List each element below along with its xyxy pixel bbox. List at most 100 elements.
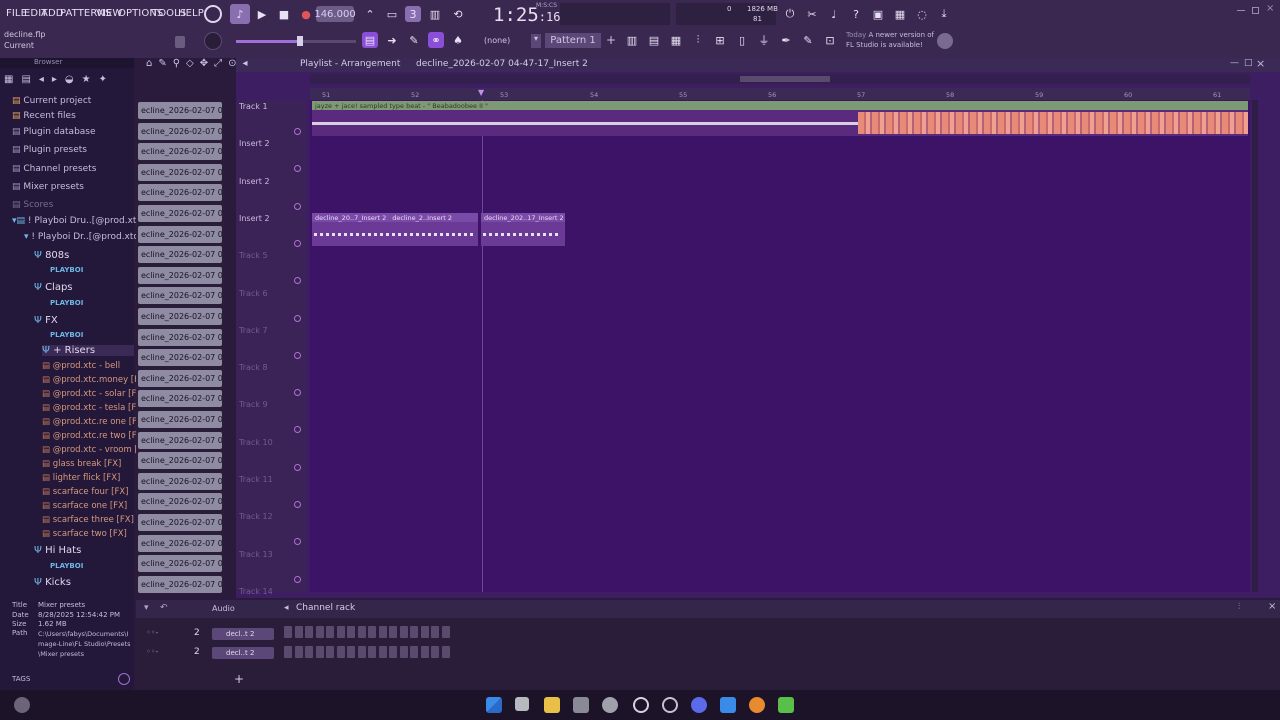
blend-notes-icon[interactable]: ▥ bbox=[427, 6, 443, 22]
audio-clip-body[interactable] bbox=[312, 110, 1248, 136]
track-mute-toggle[interactable] bbox=[294, 314, 301, 322]
minimize-icon[interactable] bbox=[1237, 10, 1245, 11]
pencil-icon[interactable]: ✎ bbox=[406, 32, 422, 48]
mixer-icon[interactable]: ▥ bbox=[624, 32, 640, 48]
play-button[interactable]: ▶ bbox=[254, 6, 270, 22]
close-icon[interactable]: × bbox=[1266, 3, 1274, 14]
step-button[interactable] bbox=[336, 646, 345, 658]
sliders-icon[interactable]: ⫶ bbox=[690, 32, 706, 48]
audio-clip-body-a[interactable] bbox=[312, 222, 478, 246]
track-mute-toggle[interactable] bbox=[294, 277, 301, 285]
browser-item-scores[interactable]: ▤ Scores bbox=[12, 200, 53, 210]
maximize-icon[interactable]: □ bbox=[1244, 58, 1253, 68]
minimize-icon[interactable]: — bbox=[1230, 58, 1239, 68]
save-icon[interactable]: ▣ bbox=[870, 6, 886, 22]
track-mute-toggle[interactable] bbox=[294, 351, 301, 359]
download-icon[interactable]: ⤓ bbox=[936, 6, 952, 22]
lock-icon[interactable] bbox=[175, 36, 185, 48]
timeline-ruler[interactable] bbox=[310, 88, 1250, 100]
cart-icon[interactable]: ⊡ bbox=[822, 32, 838, 48]
step-button[interactable] bbox=[389, 646, 397, 658]
browser-file[interactable]: @prod.xtc - solar [FX] bbox=[42, 389, 146, 399]
step-button[interactable] bbox=[410, 646, 418, 658]
countdown-icon[interactable]: 3 bbox=[405, 6, 421, 22]
plugin-icon[interactable]: ▦ bbox=[892, 6, 908, 22]
clip-picker-item[interactable]: ecline_2026-02-07 04- bbox=[138, 555, 222, 573]
track-name[interactable]: Track 14 bbox=[239, 587, 273, 596]
clip-picker-item[interactable]: ecline_2026-02-07 03- bbox=[138, 390, 222, 408]
track-name[interactable]: Track 8 bbox=[239, 363, 268, 372]
clip-picker-item[interactable]: ecline_2026-02-07 02- bbox=[138, 163, 222, 181]
track-name[interactable]: Track 11 bbox=[239, 475, 273, 484]
browser-file[interactable]: @prod.xtc.re two [FX] bbox=[42, 431, 146, 441]
maximize-icon[interactable] bbox=[1252, 7, 1259, 14]
clip-picker-item[interactable]: ecline_2026-02-07 02- bbox=[138, 246, 222, 264]
channel-row[interactable]: ◦◦- 2 decl..t 2 bbox=[146, 628, 274, 642]
channel-row[interactable]: ◦◦- 2 decl..t 2 bbox=[146, 647, 274, 661]
app-icon[interactable] bbox=[14, 697, 30, 713]
channel-rack-arrow-icon[interactable]: ◂ bbox=[284, 603, 289, 613]
main-menu-icon[interactable] bbox=[204, 5, 222, 23]
browser-item-playboi-folder[interactable]: ▾▤ ! Playboi Dru..[@prod.xtc] bbox=[12, 216, 145, 226]
clip-picker-item[interactable]: ecline_2026-02-07 03- bbox=[138, 328, 222, 346]
stamp-icon[interactable]: ♠ bbox=[450, 32, 466, 48]
channel-rack-icon[interactable]: ▤ bbox=[646, 32, 662, 48]
folder-claps[interactable]: Ψ Claps bbox=[34, 282, 73, 293]
step-button[interactable] bbox=[294, 626, 303, 638]
vertical-scrollbar[interactable] bbox=[1252, 100, 1258, 592]
clip-picker-item[interactable]: ecline_2026-02-07 04- bbox=[138, 575, 222, 593]
browser-file[interactable]: scarface one [FX] bbox=[42, 501, 127, 511]
obs-icon[interactable] bbox=[633, 697, 649, 713]
step-button[interactable] bbox=[431, 646, 439, 658]
app2-icon[interactable] bbox=[573, 697, 589, 713]
tree-icon[interactable]: ⊞ bbox=[712, 32, 728, 48]
step-sequencer[interactable] bbox=[284, 626, 1280, 666]
help-icon[interactable]: ? bbox=[848, 6, 864, 22]
step-button[interactable] bbox=[284, 646, 292, 658]
track-name[interactable]: Track 6 bbox=[239, 289, 268, 298]
record-button[interactable]: ● bbox=[298, 6, 314, 22]
step-button[interactable] bbox=[347, 646, 355, 658]
master-volume-knob[interactable] bbox=[204, 32, 222, 50]
step-button[interactable] bbox=[326, 646, 334, 658]
clip-picker-item[interactable]: ecline_2026-02-07 03- bbox=[138, 308, 222, 325]
step-button[interactable] bbox=[410, 626, 418, 638]
track-mute-toggle[interactable] bbox=[294, 239, 301, 247]
step-button[interactable] bbox=[315, 646, 324, 658]
notepad-icon[interactable] bbox=[720, 697, 736, 713]
step-button[interactable] bbox=[441, 646, 450, 658]
clip-picker-item[interactable]: ecline_2026-02-07 02- bbox=[138, 122, 222, 140]
step-button[interactable] bbox=[399, 646, 408, 658]
track-name[interactable]: Insert 2 bbox=[239, 177, 270, 186]
clip-picker-item[interactable]: ecline_2026-02-07 03- bbox=[138, 349, 222, 367]
metronome-icon[interactable]: ⌃ bbox=[362, 6, 378, 22]
track-mute-toggle[interactable] bbox=[294, 538, 301, 546]
folder-hi-hats[interactable]: Ψ Hi Hats bbox=[34, 545, 81, 556]
stop-button[interactable]: ■ bbox=[276, 6, 292, 22]
file-icon[interactable]: ▯ bbox=[734, 32, 750, 48]
browser-file[interactable]: @prod.xtc.money [FX] bbox=[42, 375, 148, 385]
browser-item-channel-presets[interactable]: ▤ Channel presets bbox=[12, 164, 96, 174]
step-button[interactable] bbox=[305, 646, 313, 658]
step-button[interactable] bbox=[315, 626, 324, 638]
track-mute-toggle[interactable] bbox=[294, 128, 301, 135]
browser-item-recent-files[interactable]: ▤ Recent files bbox=[12, 111, 76, 121]
playlist-tools-icon[interactable]: ⌂✎⚲◇✥⤢⊙◂ bbox=[146, 58, 254, 69]
track-name[interactable]: Track 9 bbox=[239, 400, 268, 409]
folder-808s[interactable]: Ψ 808s bbox=[34, 250, 69, 261]
piano-roll-icon[interactable]: ▦ bbox=[668, 32, 684, 48]
audio-clip-header[interactable]: jayze + jace! sampled type beat - " Beab… bbox=[312, 101, 1248, 110]
track-name[interactable]: Track 10 bbox=[239, 438, 273, 447]
clip-picker-item[interactable]: ecline_2026-02-07 02- bbox=[138, 287, 222, 305]
browser-item-playboi-subfolder[interactable]: ▾ ! Playboi Dr..[@prod.xtc] bbox=[24, 232, 142, 242]
chrome-icon[interactable] bbox=[662, 697, 678, 713]
close-icon[interactable]: × bbox=[1256, 57, 1265, 70]
step-button[interactable] bbox=[336, 626, 345, 638]
clip-picker-item[interactable]: ecline_2026-02-07 02- bbox=[138, 184, 222, 202]
playlist-view-icon[interactable]: ▤ bbox=[362, 32, 378, 48]
news-ticker[interactable]: Today A newer version of bbox=[846, 31, 934, 39]
globe-icon[interactable] bbox=[937, 33, 953, 49]
channel-group-select[interactable]: Audio bbox=[212, 604, 235, 613]
folder-risers[interactable]: Ψ + Risers bbox=[42, 345, 134, 356]
track-name[interactable]: Track 5 bbox=[239, 251, 268, 260]
